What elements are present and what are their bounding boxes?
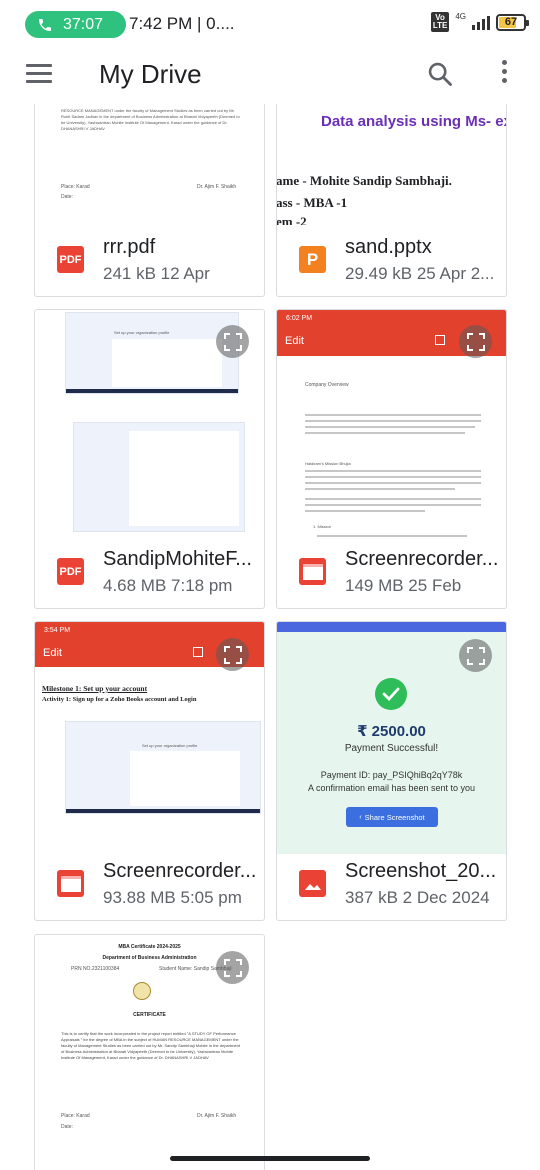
file-preview: RESOURCE MANAGEMENT under the faculty of… — [35, 104, 264, 225]
file-card-screenrecorder-1[interactable]: 6:02 PM Edit Company Overview Haldiram's… — [276, 309, 507, 609]
phone-icon — [39, 18, 51, 31]
grid-icon — [435, 335, 445, 345]
file-meta: PDF rrr.pdf 241 kB 12 Apr — [35, 224, 264, 296]
cert-heading: MBA Certificate 2024-2025 — [118, 944, 181, 950]
file-card-certificate[interactable]: MBA Certificate 2024-2025 Department of … — [34, 934, 265, 1170]
preview-place: Place: Karad — [61, 184, 90, 190]
file-card-screenrecorder-2[interactable]: 3:54 PM Edit Milestone 1: Set up your ac… — [34, 621, 265, 921]
expand-icon[interactable] — [459, 639, 492, 672]
file-name: sand.pptx — [345, 236, 432, 258]
preview-screenshot: Set up your organization profile — [65, 721, 261, 814]
expand-icon[interactable] — [216, 325, 249, 358]
share-screenshot-button: ‹ Share Screenshot — [346, 807, 438, 827]
file-meta: Screenrecorder... 93.88 MB 5:05 pm — [35, 848, 264, 920]
share-icon: ‹ — [359, 813, 362, 821]
status-time: 7:42 PM | 0.... — [129, 14, 235, 33]
battery-icon: 67 — [496, 13, 529, 31]
slide-line-name: ame - Mohite Sandip Sambhaji. — [277, 173, 452, 188]
payment-status: Payment Successful! — [344, 743, 439, 754]
payment-email-note: A confirmation email has been sent to yo… — [307, 783, 476, 793]
file-name: Screenrecorder... — [345, 548, 499, 570]
cert-body: This is to certify that the work incorpo… — [61, 1031, 240, 1060]
signal-icon — [472, 14, 490, 30]
pdf-icon: PDF — [57, 558, 84, 585]
video-icon — [57, 870, 84, 897]
video-icon — [299, 558, 326, 585]
recorder-time: 6:02 PM — [286, 315, 313, 322]
network-type: 4G — [455, 11, 466, 21]
grid-icon — [193, 647, 203, 657]
recorder-time: 3:54 PM — [44, 627, 71, 634]
file-card-screenshot[interactable]: ₹ 2500.00 Payment Successful! Payment ID… — [276, 621, 507, 921]
file-card-sand-pptx[interactable]: Data analysis using Ms- ex ame - Mohite … — [276, 104, 507, 297]
cert-prn: PRN NO.2321100384 — [71, 966, 120, 972]
cert-signer: Dr. Ajim F. Shaikh — [197, 1113, 237, 1119]
menu-icon[interactable] — [26, 64, 52, 84]
doc-section: Company Overview — [305, 382, 349, 388]
file-details: 241 kB 12 Apr — [103, 264, 210, 283]
cert-date: Date: — [61, 1124, 73, 1130]
gesture-navigation-bar[interactable] — [170, 1156, 370, 1161]
preview-date: Date: — [61, 194, 73, 200]
preview-label: Set up your organization profile — [114, 330, 170, 335]
preview-text: RESOURCE MANAGEMENT under the faculty of… — [61, 108, 240, 131]
image-icon — [299, 870, 326, 897]
battery-level: 67 — [504, 16, 518, 28]
recorder-edit: Edit — [43, 647, 62, 659]
slides-icon: P — [299, 246, 326, 273]
expand-icon[interactable] — [216, 951, 249, 984]
file-name: rrr.pdf — [103, 236, 156, 258]
payment-id: Payment ID: pay_PSIQhiBq2qY78k — [320, 770, 463, 780]
success-check-icon — [375, 678, 407, 710]
doc-milestone: Milestone 1: Set up your account — [42, 684, 148, 693]
pdf-icon: PDF — [57, 246, 84, 273]
file-preview: Data analysis using Ms- ex ame - Mohite … — [277, 104, 506, 225]
share-label: Share Screenshot — [364, 812, 425, 822]
volte-icon: Vo LTE — [430, 12, 450, 32]
file-details: 4.68 MB 7:18 pm — [103, 576, 233, 595]
preview-screenshot-1: Set up your organization profile — [65, 312, 239, 394]
status-indicators: Vo LTE 4G 67 — [430, 11, 529, 32]
doc-subhead: Haldiram's Mission Bhujia — [305, 461, 351, 466]
file-name: SandipMohiteF... — [103, 548, 252, 570]
file-card-sandipmohite-pdf[interactable]: Set up your organization profile PDF San… — [34, 309, 265, 609]
preview-label: Set up your organization profile — [142, 743, 198, 748]
file-meta: Screenshot_20... 387 kB 2 Dec 2024 — [277, 848, 506, 920]
file-name: Screenshot_20... — [345, 860, 497, 882]
preview-screenshot-2 — [73, 422, 245, 532]
expand-icon[interactable] — [459, 325, 492, 358]
ongoing-call-pill[interactable]: 37:07 — [25, 11, 126, 38]
file-details: 29.49 kB 25 Apr 2... — [345, 264, 495, 283]
doc-activity: Activity 1: Sign up for a Zoho Books acc… — [42, 696, 197, 703]
file-card-rrr-pdf[interactable]: RESOURCE MANAGEMENT under the faculty of… — [34, 104, 265, 297]
file-details: 93.88 MB 5:05 pm — [103, 888, 242, 907]
doc-bullet: 1. Mission — [313, 524, 332, 529]
app-bar: My Drive — [0, 48, 540, 104]
cert-place: Place: Karad — [61, 1113, 90, 1119]
file-details: 387 kB 2 Dec 2024 — [345, 888, 490, 907]
preview-signer: Dr. Ajim F. Shaikh — [197, 184, 237, 190]
call-duration: 37:07 — [63, 15, 104, 33]
file-meta: PDF SandipMohiteF... 4.68 MB 7:18 pm — [35, 536, 264, 608]
file-name: Screenrecorder... — [103, 860, 257, 882]
recorder-edit: Edit — [285, 335, 304, 347]
file-meta: P sand.pptx 29.49 kB 25 Apr 2... — [277, 224, 506, 296]
payment-amount: ₹ 2500.00 — [357, 723, 426, 740]
emblem-icon — [133, 982, 151, 1000]
status-bar: 37:07 7:42 PM | 0.... Vo LTE 4G 67 — [0, 0, 540, 48]
file-meta: Screenrecorder... 149 MB 25 Feb — [277, 536, 506, 608]
search-icon[interactable] — [426, 60, 454, 88]
more-options-icon[interactable] — [496, 60, 512, 90]
file-details: 149 MB 25 Feb — [345, 576, 462, 595]
cert-title: CERTIFICATE — [133, 1012, 166, 1018]
page-title: My Drive — [99, 59, 202, 89]
expand-icon[interactable] — [216, 638, 249, 671]
slide-line-class: ass - MBA -1 — [277, 195, 348, 210]
slide-heading: Data analysis using Ms- ex — [321, 113, 506, 130]
